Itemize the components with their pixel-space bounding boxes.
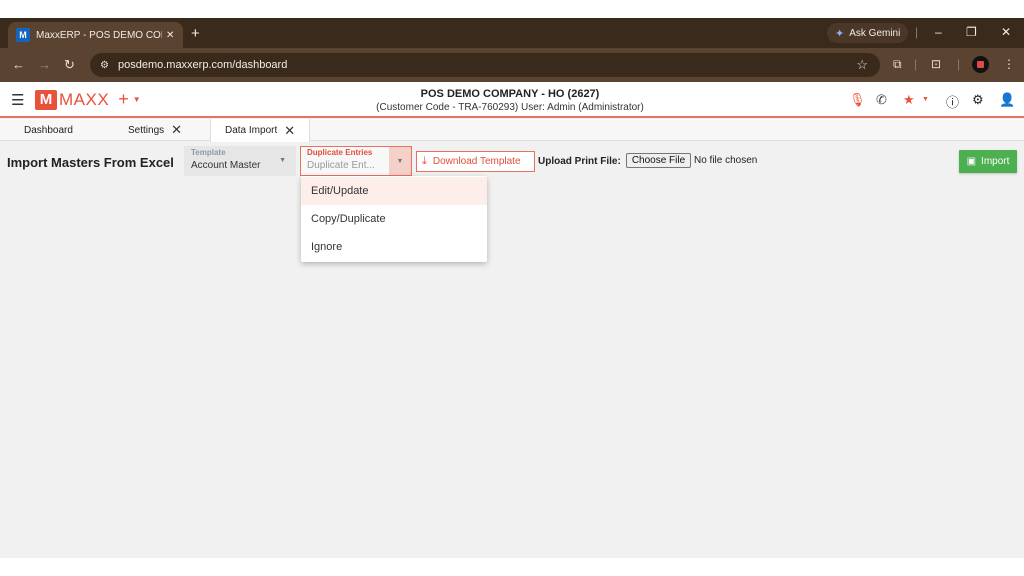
minimize-button[interactable]: – (935, 25, 942, 39)
add-new-icon[interactable]: + (118, 89, 129, 110)
close-settings-tab-icon[interactable]: ✕ (171, 122, 182, 138)
address-bar-row: ← → ↻ ⚙ posdemo.maxxerp.com/dashboard ☆ … (0, 48, 1024, 82)
duplicate-entries-select[interactable]: Duplicate Entries Duplicate Ent... ▼ (300, 146, 412, 176)
template-chevron-down-icon[interactable]: ▼ (279, 157, 286, 164)
dropdown-option-edit-update[interactable]: Edit/Update (301, 177, 487, 205)
profile-avatar-icon[interactable] (972, 56, 989, 73)
choose-file-button[interactable]: Choose File (626, 153, 691, 168)
logo-text: MAXX (59, 89, 110, 109)
maxx-favicon-icon: M (16, 28, 30, 42)
browser-tab[interactable]: M MaxxERP - POS DEMO COMPANY ✕ (8, 22, 183, 48)
customer-user-info: (Customer Code - TRA-760293) User: Admin… (376, 102, 644, 113)
reload-icon[interactable]: ↻ (64, 57, 75, 73)
company-name: POS DEMO COMPANY - HO (2627) (420, 88, 600, 100)
download-template-button[interactable]: ⤓ Download Template (416, 151, 535, 172)
close-data-import-tab-icon[interactable]: ✕ (284, 123, 295, 139)
maxx-logo[interactable]: M MAXX + ▼ (35, 89, 141, 110)
browser-tab-title: MaxxERP - POS DEMO COMPANY (36, 29, 162, 41)
tab-search-icon[interactable]: ⊡ (931, 57, 941, 71)
bookmark-star-icon[interactable]: ☆ (856, 57, 868, 73)
back-arrow-icon[interactable]: ← (12, 57, 25, 72)
save-icon: ▣ (966, 156, 977, 167)
duplicate-entries-dropdown: Edit/Update Copy/Duplicate Ignore (301, 176, 487, 262)
import-label: Import (981, 156, 1010, 167)
download-icon: ⤓ (422, 155, 427, 167)
microphone-icon[interactable]: 🎙 (849, 92, 866, 108)
app-header: ☰ M MAXX + ▼ POS DEMO COMPANY - HO (2627… (0, 82, 1024, 118)
tab-settings-label: Settings (128, 124, 165, 136)
app-tab-bar: Dashboard Settings ✕ Data Import ✕ (0, 119, 1024, 142)
forward-arrow-icon[interactable]: → (38, 57, 51, 72)
download-template-label: Download Template (432, 156, 521, 167)
extensions-icon[interactable]: ⧉ (893, 57, 902, 72)
user-profile-icon[interactable]: 👤 (999, 92, 1015, 108)
template-label: Template (191, 148, 226, 157)
tab-dashboard-label: Dashboard (24, 124, 73, 136)
ask-gemini-button[interactable]: ✦ Ask Gemini (827, 23, 909, 43)
dropdown-option-copy-duplicate[interactable]: Copy/Duplicate (301, 205, 487, 233)
tab-settings[interactable]: Settings ✕ (128, 119, 182, 141)
help-icon[interactable]: ⓘ (946, 92, 959, 111)
company-info: POS DEMO COMPANY - HO (2627) (Customer C… (300, 88, 720, 113)
site-settings-icon[interactable]: ⚙ (100, 60, 109, 71)
window-divider: | (915, 25, 919, 39)
import-button[interactable]: ▣ Import (959, 150, 1017, 173)
dropdown-option-ignore[interactable]: Ignore (301, 233, 487, 261)
screen: M MaxxERP - POS DEMO COMPANY ✕ + ✦ Ask G… (0, 18, 1024, 558)
tab-data-import-label: Data Import (225, 125, 278, 136)
favorites-star-icon[interactable]: ★ (903, 92, 915, 108)
url-text[interactable]: posdemo.maxxerp.com/dashboard (118, 59, 287, 71)
address-bar[interactable]: ⚙ posdemo.maxxerp.com/dashboard ☆ (90, 53, 880, 77)
tab-data-import[interactable]: Data Import ✕ (210, 119, 311, 142)
profile-badge (977, 61, 984, 68)
close-tab-icon[interactable]: ✕ (166, 30, 174, 41)
upload-print-file-label: Upload Print File: (538, 156, 621, 167)
toolbar-divider-2: | (957, 57, 961, 71)
new-tab-button[interactable]: + (191, 25, 200, 42)
tab-dashboard[interactable]: Dashboard (24, 119, 73, 141)
logo-mark: M (35, 89, 57, 110)
gemini-sparkle-icon: ✦ (835, 27, 845, 40)
template-value: Account Master (191, 160, 261, 171)
chevron-down-icon[interactable]: ▼ (133, 95, 141, 104)
no-file-chosen-text: No file chosen (694, 155, 758, 166)
page-title: Import Masters From Excel (7, 155, 174, 170)
toolbar-divider: | (914, 57, 918, 71)
favorites-chevron-icon[interactable]: ▼ (922, 96, 929, 103)
browser-menu-icon[interactable]: ⋮ (1003, 57, 1015, 71)
hamburger-menu-icon[interactable]: ☰ (11, 91, 24, 109)
template-select[interactable]: Template Account Master ▼ (184, 146, 296, 176)
ask-gemini-label: Ask Gemini (849, 27, 901, 39)
settings-gear-icon[interactable]: ⚙ (972, 92, 984, 108)
duplicate-chevron-down-icon[interactable]: ▼ (389, 147, 411, 175)
close-window-button[interactable]: ✕ (1001, 25, 1011, 39)
whatsapp-icon[interactable]: ✆ (876, 92, 887, 108)
browser-tab-strip: M MaxxERP - POS DEMO COMPANY ✕ + ✦ Ask G… (0, 18, 1024, 48)
restore-button[interactable]: ❐ (966, 25, 977, 39)
